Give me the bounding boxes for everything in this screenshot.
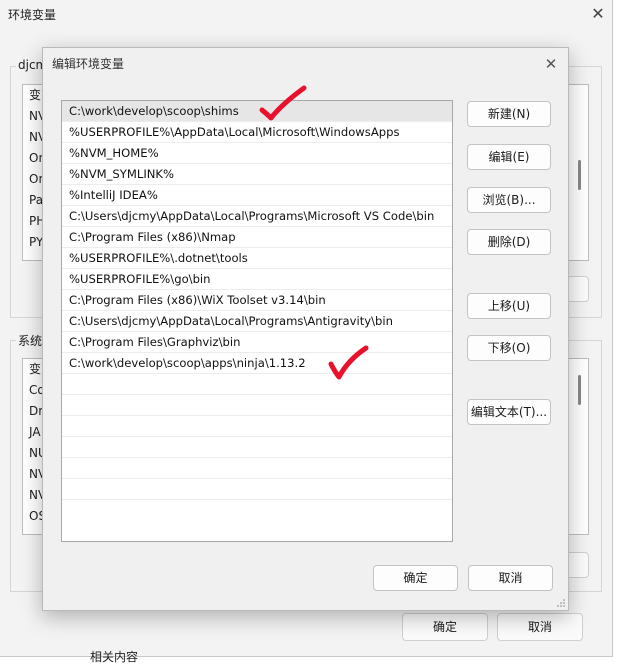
edit-environment-variable-dialog: 编辑环境变量 ✕ C:\work\develop\scoop\shims %US… [42, 47, 569, 611]
resize-grip-icon[interactable] [556, 598, 566, 608]
ok-button[interactable]: 确定 [373, 565, 458, 591]
path-item[interactable]: C:\Users\djcmy\AppData\Local\Programs\An… [62, 311, 452, 332]
empty-row[interactable]: . [62, 479, 452, 500]
empty-row[interactable]: . [62, 416, 452, 437]
path-item[interactable]: %USERPROFILE%\go\bin [62, 269, 452, 290]
new-button[interactable]: 新建(N) [467, 101, 551, 127]
path-item[interactable]: %NVM_HOME% [62, 143, 452, 164]
scrollbar[interactable] [578, 375, 581, 405]
path-list[interactable]: C:\work\develop\scoop\shims %USERPROFILE… [61, 100, 453, 542]
system-variables-label: 系统 [16, 332, 45, 349]
empty-row[interactable]: . [62, 458, 452, 479]
window-title: 环境变量 [8, 8, 57, 22]
path-item[interactable]: %USERPROFILE%\.dotnet\tools [62, 248, 452, 269]
browse-button[interactable]: 浏览(B)... [467, 187, 551, 213]
path-item[interactable]: C:\Program Files\Graphviz\bin [62, 332, 452, 353]
cancel-button[interactable]: 取消 [468, 565, 553, 591]
edit-button[interactable]: 编辑(E) [467, 144, 551, 170]
path-item[interactable]: %IntelliJ IDEA% [62, 185, 452, 206]
dialog-title: 编辑环境变量 [52, 57, 125, 71]
path-item[interactable]: %NVM_SYMLINK% [62, 164, 452, 185]
path-item[interactable]: C:\work\develop\scoop\shims [62, 101, 452, 122]
edit-text-button[interactable]: 编辑文本(T)... [467, 399, 551, 425]
related-content-label: 相关内容 [90, 650, 139, 664]
delete-button[interactable]: 删除(D) [467, 229, 551, 255]
move-down-button[interactable]: 下移(O) [467, 335, 551, 361]
path-item[interactable]: C:\work\develop\scoop\apps\ninja\1.13.2 [62, 353, 452, 374]
move-up-button[interactable]: 上移(U) [467, 293, 551, 319]
close-icon[interactable]: ✕ [540, 53, 562, 75]
close-icon[interactable]: ✕ [586, 2, 610, 26]
cancel-button[interactable]: 取消 [497, 613, 583, 641]
scrollbar[interactable] [578, 160, 581, 190]
empty-row[interactable]: . [62, 374, 452, 395]
checkmark-icon [328, 345, 369, 380]
path-item[interactable]: %USERPROFILE%\AppData\Local\Microsoft\Wi… [62, 122, 452, 143]
path-item[interactable]: C:\Program Files (x86)\WiX Toolset v3.14… [62, 290, 452, 311]
empty-row[interactable]: . [62, 395, 452, 416]
empty-row[interactable]: . [62, 437, 452, 458]
path-item[interactable]: C:\Users\djcmy\AppData\Local\Programs\Mi… [62, 206, 452, 227]
path-item[interactable]: C:\Program Files (x86)\Nmap [62, 227, 452, 248]
checkmark-icon [259, 85, 307, 121]
ok-button[interactable]: 确定 [402, 613, 488, 641]
